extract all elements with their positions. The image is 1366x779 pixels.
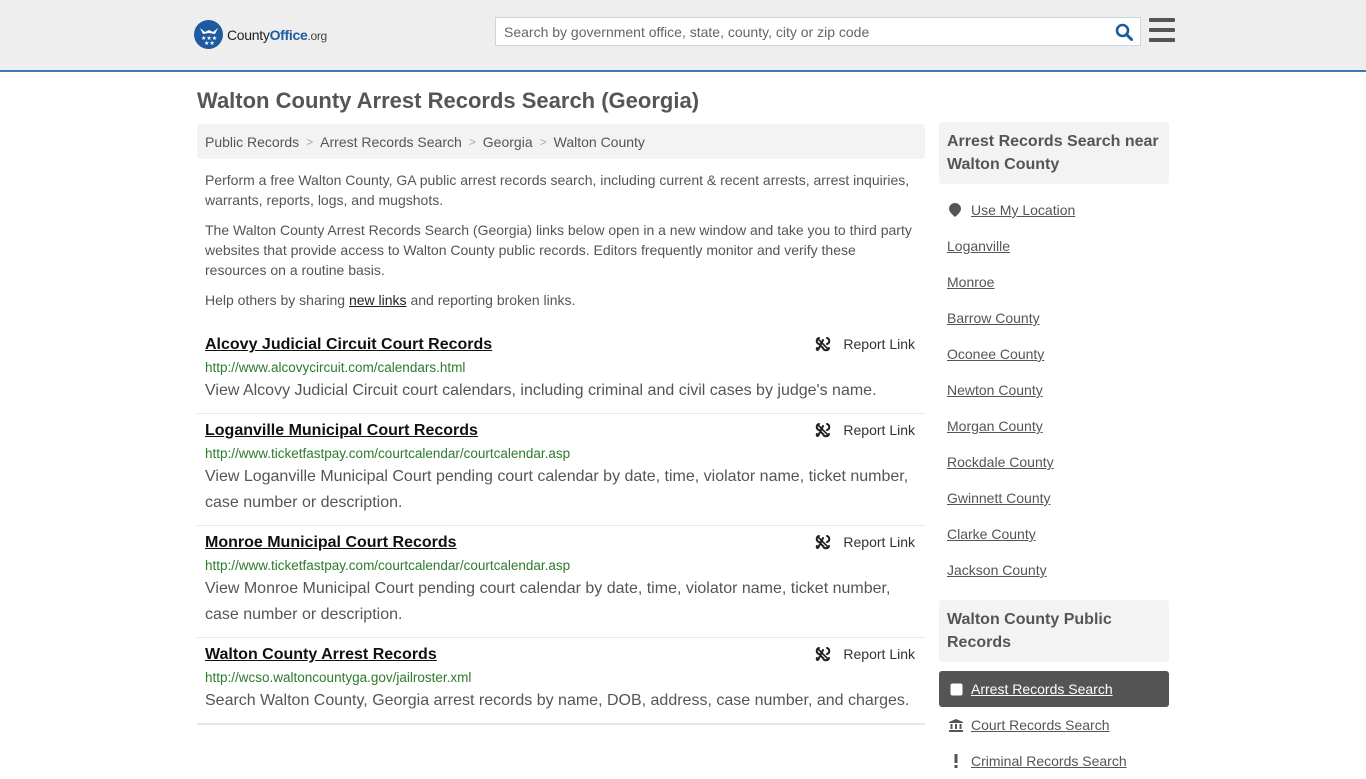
nearby-link-rockdale-county[interactable]: Rockdale County xyxy=(947,454,1054,470)
record-description: View Loganville Municipal Court pending … xyxy=(205,468,909,511)
record-list: Alcovy Judicial Circuit Court Records ht… xyxy=(197,328,925,725)
page-title: Walton County Arrest Records Search (Geo… xyxy=(197,88,700,113)
courthouse-icon xyxy=(949,718,963,732)
broken-link-icon xyxy=(816,337,831,352)
nearby-link-barrow-county[interactable]: Barrow County xyxy=(947,310,1040,326)
nearby-item: Jackson County xyxy=(947,552,1161,588)
breadcrumb-georgia[interactable]: Georgia xyxy=(483,134,533,150)
nearby-item: Barrow County xyxy=(947,300,1161,336)
public-records-item-court[interactable]: Court Records Search xyxy=(939,707,1169,743)
nearby-link-gwinnett-county[interactable]: Gwinnett County xyxy=(947,490,1051,506)
nearby-heading: Arrest Records Search near Walton County xyxy=(939,122,1169,184)
map-pin-icon xyxy=(949,203,961,217)
nearby-link-morgan-county[interactable]: Morgan County xyxy=(947,418,1043,434)
breadcrumb-walton-county[interactable]: Walton County xyxy=(554,134,645,150)
nearby-item: Gwinnett County xyxy=(947,480,1161,516)
logo-text: CountyOffice.org xyxy=(227,26,327,43)
use-my-location-link[interactable]: Use My Location xyxy=(971,202,1075,218)
search-input[interactable] xyxy=(496,18,1108,45)
nearby-link-jackson-county[interactable]: Jackson County xyxy=(947,562,1047,578)
nearby-item: Monroe xyxy=(947,264,1161,300)
main-content: Public Records > Arrest Records Search >… xyxy=(197,124,925,725)
broken-link-icon xyxy=(816,647,831,662)
nearby-item: Oconee County xyxy=(947,336,1161,372)
record-title-link[interactable]: Alcovy Judicial Circuit Court Records xyxy=(205,334,492,356)
record-title-link[interactable]: Monroe Municipal Court Records xyxy=(205,532,457,554)
broken-link-icon xyxy=(816,423,831,438)
nearby-link-newton-county[interactable]: Newton County xyxy=(947,382,1043,398)
breadcrumb-arrest-records-search[interactable]: Arrest Records Search xyxy=(320,134,462,150)
sidebar: Arrest Records Search near Walton County… xyxy=(939,122,1169,779)
nearby-list: Use My Location Loganville Monroe Barrow… xyxy=(939,184,1169,600)
nearby-item: Newton County xyxy=(947,372,1161,408)
exclamation-icon xyxy=(949,754,963,768)
eagle-stars-badge-icon: ★★★ ★★ xyxy=(194,20,223,49)
record-url-link[interactable]: http://wcso.waltoncountyga.gov/jailroste… xyxy=(205,668,917,688)
record-item: Walton County Arrest Records http://wcso… xyxy=(197,638,925,724)
breadcrumb-separator: > xyxy=(306,134,314,149)
record-title-link[interactable]: Loganville Municipal Court Records xyxy=(205,420,478,442)
nearby-item: Morgan County xyxy=(947,408,1161,444)
new-links-link[interactable]: new links xyxy=(349,292,407,308)
record-url-link[interactable]: http://www.ticketfastpay.com/courtcalend… xyxy=(205,444,917,464)
public-records-item-criminal[interactable]: Criminal Records Search xyxy=(939,743,1169,779)
report-link-button[interactable]: Report Link xyxy=(815,422,915,438)
record-description: View Monroe Municipal Court pending cour… xyxy=(205,580,891,623)
nearby-link-monroe[interactable]: Monroe xyxy=(947,274,994,290)
svg-text:★★: ★★ xyxy=(204,40,215,45)
hamburger-menu-icon[interactable] xyxy=(1149,18,1175,42)
intro-paragraph-2: The Walton County Arrest Records Search … xyxy=(205,222,912,278)
record-item: Monroe Municipal Court Records http://ww… xyxy=(197,526,925,638)
nearby-item: Clarke County xyxy=(947,516,1161,552)
site-header: ★★★ ★★ CountyOffice.org xyxy=(0,0,1366,72)
arrest-records-search-link[interactable]: Arrest Records Search xyxy=(971,681,1113,697)
divider xyxy=(197,724,925,725)
public-records-heading: Walton County Public Records xyxy=(939,600,1169,662)
record-url-link[interactable]: http://www.alcovycircuit.com/calendars.h… xyxy=(205,358,917,378)
breadcrumb: Public Records > Arrest Records Search >… xyxy=(197,124,925,159)
record-description: Search Walton County, Georgia arrest rec… xyxy=(205,692,910,709)
nearby-item: Rockdale County xyxy=(947,444,1161,480)
court-records-search-link[interactable]: Court Records Search xyxy=(971,717,1110,733)
intro-text: Perform a free Walton County, GA public … xyxy=(197,170,925,310)
record-description: View Alcovy Judicial Circuit court calen… xyxy=(205,382,877,399)
report-link-button[interactable]: Report Link xyxy=(815,336,915,352)
nearby-item: Loganville xyxy=(947,228,1161,264)
public-records-item-arrest[interactable]: Arrest Records Search xyxy=(939,671,1169,707)
search-icon xyxy=(1115,23,1133,41)
record-url-link[interactable]: http://www.ticketfastpay.com/courtcalend… xyxy=(205,556,917,576)
broken-link-icon xyxy=(816,535,831,550)
public-records-list: Arrest Records Search Court Records Sear… xyxy=(939,662,1169,779)
report-link-button[interactable]: Report Link xyxy=(815,646,915,662)
report-link-button[interactable]: Report Link xyxy=(815,534,915,550)
record-title-link[interactable]: Walton County Arrest Records xyxy=(205,644,437,666)
record-item: Alcovy Judicial Circuit Court Records ht… xyxy=(197,328,925,414)
criminal-records-search-link[interactable]: Criminal Records Search xyxy=(971,753,1127,769)
breadcrumb-public-records[interactable]: Public Records xyxy=(205,134,299,150)
nearby-link-clarke-county[interactable]: Clarke County xyxy=(947,526,1036,542)
search-button[interactable] xyxy=(1108,18,1140,45)
use-my-location-item: Use My Location xyxy=(947,192,1161,228)
nearby-link-oconee-county[interactable]: Oconee County xyxy=(947,346,1044,362)
site-logo[interactable]: ★★★ ★★ CountyOffice.org xyxy=(194,20,327,49)
nearby-link-loganville[interactable]: Loganville xyxy=(947,238,1010,254)
breadcrumb-separator: > xyxy=(468,134,476,149)
intro-paragraph-1: Perform a free Walton County, GA public … xyxy=(205,172,910,208)
record-item: Loganville Municipal Court Records http:… xyxy=(197,414,925,526)
intro-paragraph-3: Help others by sharing new links and rep… xyxy=(205,292,576,308)
breadcrumb-separator: > xyxy=(539,134,547,149)
square-icon xyxy=(949,683,963,696)
search-bar xyxy=(495,17,1141,46)
